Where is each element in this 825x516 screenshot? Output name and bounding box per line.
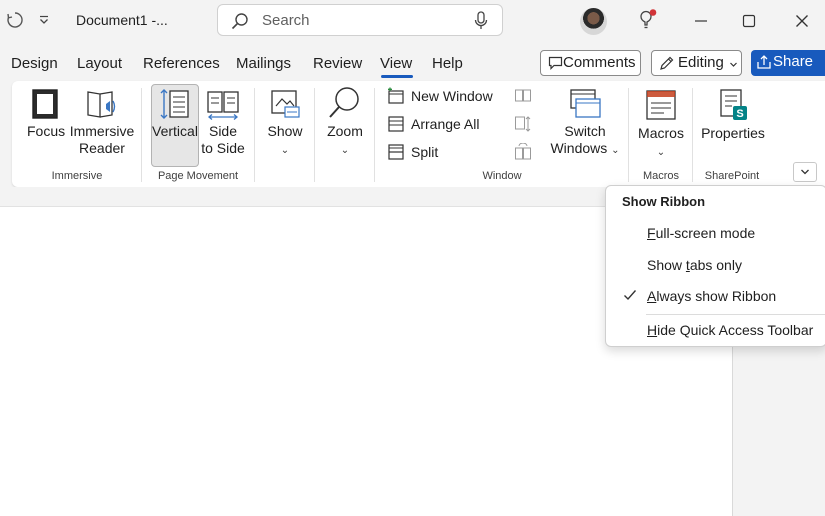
immersive-reader-button[interactable]: Immersive Reader bbox=[69, 88, 135, 157]
zoom-icon bbox=[329, 87, 359, 118]
split-button[interactable]: Split bbox=[387, 143, 438, 161]
group-macros: Macros bbox=[642, 170, 680, 182]
ribbon-display-options-button[interactable] bbox=[793, 162, 817, 182]
tab-review[interactable]: Review bbox=[313, 55, 362, 72]
comments-button[interactable]: Comments bbox=[540, 50, 641, 76]
side-to-side-label-1: Side bbox=[208, 123, 238, 139]
menu-separator bbox=[646, 314, 825, 315]
switch-windows-icon bbox=[570, 89, 601, 118]
show-ribbon-menu: Show Ribbon Full-screen mode Show tabs o… bbox=[605, 185, 825, 347]
vertical-scroll-icon bbox=[160, 89, 189, 119]
side-to-side-label-2: to Side bbox=[201, 140, 245, 156]
search-box[interactable]: Search bbox=[217, 4, 503, 36]
menu-item-show-tabs-only[interactable]: Show tabs only bbox=[647, 257, 742, 273]
chevron-down-icon: ⌄ bbox=[656, 147, 666, 158]
tab-mailings[interactable]: Mailings bbox=[236, 55, 291, 72]
tab-help[interactable]: Help bbox=[432, 55, 463, 72]
menu-item-full-screen-mode[interactable]: Full-screen mode bbox=[647, 225, 755, 241]
macros-button[interactable]: Macros ⌄ bbox=[637, 88, 685, 161]
share-label: Share bbox=[773, 53, 814, 70]
menu-item-always-show-ribbon[interactable]: Always show Ribbon bbox=[647, 288, 776, 304]
group-window: Window bbox=[482, 170, 522, 182]
zoom-button[interactable]: Zoom ⌄ bbox=[323, 86, 367, 159]
properties-icon: S bbox=[720, 89, 747, 120]
tab-layout[interactable]: Layout bbox=[77, 55, 122, 72]
view-side-by-side-icon[interactable] bbox=[514, 88, 532, 107]
share-button[interactable]: Share bbox=[751, 50, 825, 76]
immersive-reader-icon bbox=[87, 91, 116, 118]
active-tab-indicator bbox=[381, 75, 413, 78]
macros-label: Macros bbox=[638, 125, 684, 141]
menu-title: Show Ribbon bbox=[622, 194, 706, 209]
minimize-icon[interactable] bbox=[690, 10, 712, 32]
focus-icon bbox=[32, 89, 58, 119]
show-label: Show bbox=[267, 123, 303, 139]
chevron-down-icon: ⌄ bbox=[280, 145, 290, 156]
maximize-icon[interactable] bbox=[738, 10, 760, 32]
document-title: Document1 -... bbox=[76, 12, 168, 28]
split-label: Split bbox=[411, 144, 439, 160]
title-bar: Document1 -... Search bbox=[0, 0, 825, 42]
focus-label: Focus bbox=[27, 123, 66, 139]
group-sharepoint: SharePoint bbox=[704, 170, 760, 182]
new-window-icon bbox=[388, 87, 404, 104]
comments-label: Comments bbox=[563, 54, 636, 71]
autosave-icon[interactable] bbox=[5, 10, 25, 30]
tab-references[interactable]: References bbox=[143, 55, 220, 72]
search-placeholder: Search bbox=[262, 12, 310, 29]
comment-icon bbox=[548, 55, 563, 75]
switch-windows-label-2: Windows bbox=[550, 140, 608, 156]
switch-windows-label-1: Switch bbox=[564, 123, 606, 139]
synchronous-scrolling-icon[interactable] bbox=[514, 115, 532, 136]
new-window-button[interactable]: New Window bbox=[387, 87, 493, 105]
immersive-reader-label-1: Immersive bbox=[69, 123, 135, 139]
vertical-button[interactable]: Vertical bbox=[151, 88, 199, 140]
tab-design[interactable]: Design bbox=[11, 55, 58, 72]
checkmark-icon bbox=[623, 289, 637, 304]
side-to-side-icon bbox=[207, 91, 239, 120]
vertical-label: Vertical bbox=[152, 123, 198, 139]
properties-button[interactable]: S Properties bbox=[700, 88, 766, 142]
chevron-down-icon bbox=[729, 56, 738, 73]
pencil-icon bbox=[658, 55, 675, 76]
lightbulb-icon[interactable] bbox=[637, 9, 657, 34]
side-to-side-button[interactable]: Side to Side bbox=[201, 88, 245, 157]
properties-label: Properties bbox=[701, 125, 765, 141]
macros-icon bbox=[646, 90, 676, 120]
chevron-down-icon bbox=[801, 169, 809, 175]
group-page-movement: Page Movement bbox=[157, 170, 239, 182]
group-immersive: Immersive bbox=[51, 170, 103, 182]
share-icon bbox=[756, 54, 772, 74]
editing-mode-button[interactable]: Editing bbox=[651, 50, 742, 76]
microphone-icon[interactable] bbox=[474, 11, 488, 34]
show-button[interactable]: Show ⌄ bbox=[264, 88, 306, 159]
editing-label: Editing bbox=[678, 54, 724, 71]
arrange-all-icon bbox=[388, 116, 404, 132]
split-icon bbox=[388, 144, 404, 160]
switch-windows-button[interactable]: Switch Windows ⌄ bbox=[550, 88, 620, 159]
customize-quick-access-icon[interactable] bbox=[34, 10, 54, 30]
immersive-reader-label-2: Reader bbox=[79, 140, 125, 156]
focus-button[interactable]: Focus bbox=[27, 88, 66, 140]
new-window-label: New Window bbox=[411, 88, 493, 104]
close-icon[interactable] bbox=[791, 10, 813, 32]
chevron-down-icon: ⌄ bbox=[340, 145, 350, 156]
avatar[interactable] bbox=[580, 8, 607, 35]
zoom-label: Zoom bbox=[327, 123, 363, 139]
show-icon bbox=[271, 90, 300, 118]
arrange-all-label: Arrange All bbox=[411, 116, 480, 132]
reset-window-position-icon[interactable] bbox=[514, 142, 532, 164]
tab-view[interactable]: View bbox=[380, 55, 412, 72]
svg-text:S: S bbox=[736, 108, 743, 120]
arrange-all-button[interactable]: Arrange All bbox=[387, 115, 479, 133]
menu-item-hide-quick-access-toolbar[interactable]: Hide Quick Access Toolbar bbox=[647, 322, 813, 338]
search-icon bbox=[231, 12, 249, 33]
chevron-down-icon: ⌄ bbox=[611, 145, 620, 156]
